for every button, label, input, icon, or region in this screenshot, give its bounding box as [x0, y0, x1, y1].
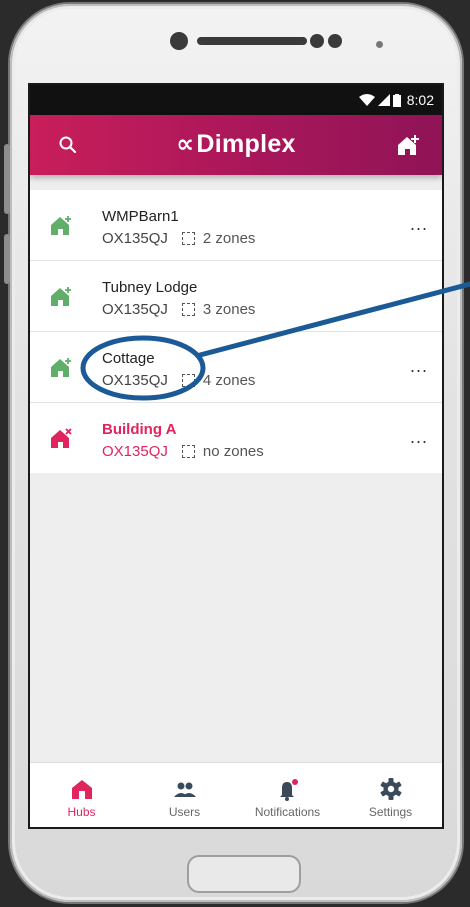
hub-home-icon	[51, 216, 71, 235]
app-screen: 8:02 ∝Dimplex WMPBarn1 OX135QJ 2 zones .…	[28, 83, 444, 829]
tab-users[interactable]: Users	[133, 763, 236, 827]
battery-icon	[392, 93, 401, 107]
hub-name: Building A	[102, 421, 177, 438]
bell-icon	[279, 779, 298, 801]
hub-zones: 2 zones	[202, 230, 256, 247]
hub-meta: OX135QJ 4 zones	[102, 372, 255, 389]
tab-label: Settings	[368, 805, 413, 819]
gear-icon	[380, 778, 401, 800]
hub-postcode: OX135QJ	[102, 443, 168, 460]
tab-label: Notifications	[254, 805, 321, 819]
tab-settings[interactable]: Settings	[339, 763, 442, 827]
signal-icon	[377, 94, 390, 106]
sensor-dot	[376, 41, 383, 48]
bottom-navigation: Hubs Users Notifications Settings	[30, 762, 442, 827]
hub-meta: OX135QJ 3 zones	[102, 301, 255, 318]
hub-home-icon	[51, 358, 71, 377]
zone-icon	[181, 303, 195, 316]
notification-badge	[291, 779, 298, 785]
zone-icon	[181, 445, 195, 458]
home-button[interactable]	[187, 855, 301, 893]
sensor-dot	[328, 34, 342, 48]
hub-zones: no zones	[202, 443, 264, 460]
volume-button	[4, 144, 10, 214]
hub-row-tubney-lodge[interactable]: Tubney Lodge OX135QJ 3 zones	[30, 261, 442, 332]
status-time: 8:02	[406, 92, 434, 108]
hub-row-building-a[interactable]: Building A OX135QJ no zones ...	[30, 403, 442, 473]
hub-name: Tubney Lodge	[102, 279, 198, 296]
hub-postcode: OX135QJ	[102, 372, 168, 389]
front-camera	[170, 32, 188, 50]
zone-icon	[181, 374, 195, 387]
hub-zones: 3 zones	[202, 301, 256, 318]
tab-hubs[interactable]: Hubs	[30, 763, 133, 827]
hub-postcode: OX135QJ	[102, 230, 168, 247]
hub-name: WMPBarn1	[102, 208, 179, 225]
hub-meta: OX135QJ 2 zones	[102, 230, 255, 247]
more-options-button[interactable]: ...	[410, 356, 428, 377]
hub-zones: 4 zones	[202, 372, 256, 389]
status-bar: 8:02	[30, 85, 442, 115]
hub-meta: OX135QJ no zones	[102, 443, 264, 460]
hub-name: Cottage	[102, 350, 155, 367]
app-bar: ∝Dimplex	[30, 115, 442, 175]
earpiece-speaker	[197, 37, 307, 45]
sensor-dot	[310, 34, 324, 48]
brand-mark: ∝	[176, 130, 195, 158]
brand-logo: ∝Dimplex	[30, 129, 442, 159]
add-hub-icon[interactable]	[396, 133, 422, 157]
power-button	[4, 234, 10, 284]
brand-name: Dimplex	[196, 130, 296, 158]
tab-label: Hubs	[67, 805, 96, 819]
wifi-icon	[358, 94, 375, 106]
home-icon	[71, 780, 92, 799]
hub-home-icon	[51, 287, 71, 306]
hub-row-wmpbarn1[interactable]: WMPBarn1 OX135QJ 2 zones ...	[30, 190, 442, 261]
tab-label: Users	[168, 805, 201, 819]
hub-postcode: OX135QJ	[102, 301, 168, 318]
tab-notifications[interactable]: Notifications	[236, 763, 339, 827]
hub-error-icon	[51, 428, 72, 448]
hub-list: WMPBarn1 OX135QJ 2 zones ... Tubney Lodg…	[30, 190, 442, 473]
zone-icon	[181, 232, 195, 245]
more-options-button[interactable]: ...	[410, 427, 428, 448]
hub-row-cottage[interactable]: Cottage OX135QJ 4 zones ...	[30, 332, 442, 403]
users-icon	[173, 782, 196, 797]
more-options-button[interactable]: ...	[410, 214, 428, 235]
